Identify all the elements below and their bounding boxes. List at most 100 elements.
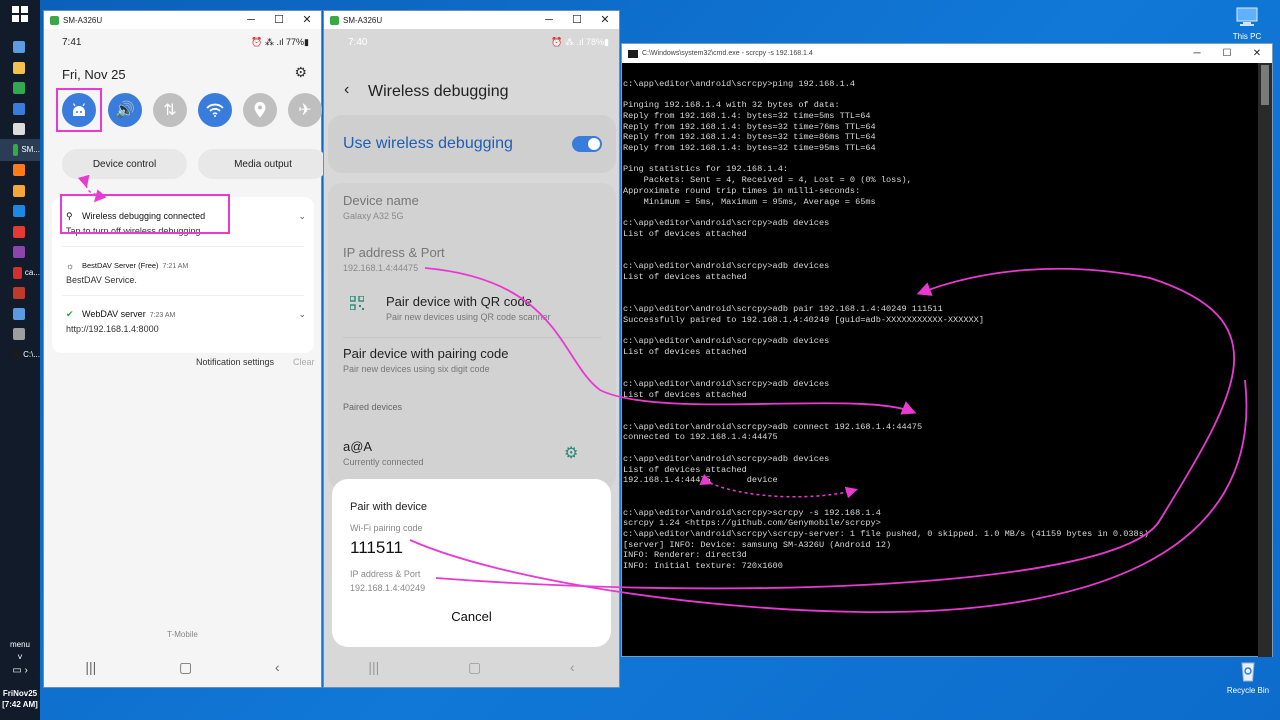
back-icon[interactable]: ‹ bbox=[570, 659, 575, 676]
taskbar-opera-icon[interactable] bbox=[0, 221, 40, 243]
location-tile-icon[interactable] bbox=[243, 93, 277, 127]
taskbar-app-icon[interactable] bbox=[0, 241, 40, 263]
settings-gear-icon[interactable]: ⚙ bbox=[294, 64, 307, 81]
minimize-button[interactable]: ─ bbox=[535, 11, 563, 29]
back-arrow-icon[interactable]: ‹ bbox=[344, 81, 349, 99]
app-icon bbox=[13, 328, 25, 340]
taskbar-app-label: ca... bbox=[24, 268, 40, 277]
close-button[interactable]: ✕ bbox=[591, 11, 619, 29]
taskbar-app-icon[interactable] bbox=[0, 323, 40, 345]
taskbar-app-icon[interactable] bbox=[0, 57, 40, 79]
device-settings-gear-icon[interactable]: ⚙ bbox=[564, 443, 578, 463]
device-name-label: Device name bbox=[343, 193, 419, 208]
recycle-bin-desktop-icon[interactable]: Recycle Bin bbox=[1220, 660, 1276, 695]
home-icon[interactable]: ▢ bbox=[179, 659, 192, 676]
minimize-button[interactable]: ─ bbox=[1182, 44, 1212, 62]
sound-tile-icon[interactable]: 🔊 bbox=[108, 93, 142, 127]
data-tile-icon[interactable]: ⇅ bbox=[153, 93, 187, 127]
back-icon[interactable]: ‹ bbox=[275, 659, 280, 676]
app-icon bbox=[13, 205, 25, 217]
expand-chevron-icon[interactable]: ⌄ bbox=[298, 309, 306, 320]
notification-title: BestDAV Server (Free) bbox=[82, 261, 159, 270]
pairing-code: 111511 bbox=[350, 538, 403, 557]
console-line: INFO: Initial texture: 720x1600 bbox=[623, 561, 783, 572]
highlight-box bbox=[56, 88, 102, 132]
phone-screen[interactable]: 7:40 ⏰ ⁂ .ıl 78%▮ ‹ Wireless debugging U… bbox=[324, 29, 619, 687]
scrcpy-window-notifications[interactable]: SM-A326U ─ ☐ ✕ 7:41 ⏰ ⁂ .ıl 77%▮ Fri, No… bbox=[43, 10, 328, 688]
console-line: connected to 192.168.1.4:44475 bbox=[623, 432, 778, 443]
status-icons: ⏰ ⁂ .ıl 78%▮ bbox=[551, 37, 609, 47]
cmd-app-icon bbox=[13, 348, 21, 361]
divider bbox=[343, 337, 601, 338]
wireless-debugging-switch[interactable] bbox=[572, 136, 602, 152]
notification-subtitle: http://192.168.1.4:8000 bbox=[66, 324, 159, 334]
desktop-icon-label: This PC bbox=[1232, 32, 1262, 41]
taskbar-app-icon[interactable] bbox=[0, 200, 40, 222]
taskbar-app-icon[interactable] bbox=[0, 77, 40, 99]
expand-chevron-icon[interactable]: ⌄ bbox=[298, 211, 306, 222]
taskbar-menu-label[interactable]: menu bbox=[0, 640, 40, 649]
taskbar-app-icon[interactable] bbox=[0, 98, 40, 120]
home-icon[interactable]: ▢ bbox=[468, 659, 481, 676]
taskbar-app-icon[interactable] bbox=[0, 180, 40, 202]
app-icon bbox=[13, 82, 25, 94]
taskbar-app-icon[interactable]: ca... bbox=[0, 262, 40, 284]
wireless-debugging-toggle-row[interactable]: Use wireless debugging bbox=[328, 115, 616, 173]
app-icon bbox=[13, 41, 25, 53]
toggle-label: Use wireless debugging bbox=[343, 135, 513, 152]
maximize-button[interactable]: ☐ bbox=[265, 11, 293, 29]
chevron-down-icon[interactable]: ˅ bbox=[0, 652, 40, 662]
recents-icon[interactable]: ||| bbox=[85, 659, 96, 676]
window-titlebar[interactable]: SM-A326U ─ ☐ ✕ bbox=[324, 11, 619, 29]
taskbar-scrcpy-app[interactable]: SM... bbox=[0, 138, 40, 161]
recents-icon[interactable]: ||| bbox=[368, 659, 379, 676]
taskbar-clock[interactable]: FriNov25 [7:42 AM] bbox=[0, 688, 40, 710]
phone-screen[interactable]: 7:41 ⏰ ⁂ .ıl 77%▮ Fri, Nov 25 ⚙ 🔊 ⇅ ✈ De… bbox=[44, 29, 328, 687]
device-control-button[interactable]: Device control bbox=[62, 149, 187, 179]
scrollbar[interactable] bbox=[1258, 63, 1272, 657]
airplane-tile-icon[interactable]: ✈ bbox=[288, 93, 322, 127]
notification-time: 7:23 AM bbox=[149, 312, 176, 319]
taskbar-app-icon[interactable] bbox=[0, 282, 40, 304]
qr-code-icon bbox=[350, 296, 364, 310]
console-line: Minimum = 5ms, Maximum = 95ms, Average =… bbox=[623, 196, 876, 207]
status-time: 7:40 bbox=[348, 37, 368, 48]
console-output[interactable]: c:\app\editor\android\scrcpy>ping 192.16… bbox=[622, 63, 1272, 657]
console-line: c:\app\editor\android\scrcpy>adb devices bbox=[623, 336, 830, 346]
taskbar-app-icon[interactable] bbox=[0, 36, 40, 58]
console-line: Reply from 192.168.1.4: bytes=32 time=95… bbox=[623, 143, 876, 154]
window-titlebar[interactable]: C:\Windows\system32\cmd.exe - scrcpy -s … bbox=[622, 44, 1272, 63]
cmd-window[interactable]: C:\Windows\system32\cmd.exe - scrcpy -s … bbox=[621, 43, 1273, 657]
media-output-button[interactable]: Media output bbox=[198, 149, 328, 179]
scrcpy-window-wireless-debugging[interactable]: SM-A326U ─ ☐ ✕ 7:40 ⏰ ⁂ .ıl 78%▮ ‹ Wirel… bbox=[323, 10, 620, 688]
close-button[interactable]: ✕ bbox=[1242, 44, 1272, 62]
taskbar-cmd-app[interactable]: C:\... bbox=[0, 344, 40, 366]
windows-start-icon[interactable] bbox=[12, 6, 28, 22]
taskbar-app-icon[interactable] bbox=[0, 303, 40, 325]
clear-button[interactable]: Clear bbox=[293, 357, 315, 367]
computer-icon bbox=[1236, 7, 1258, 26]
paired-devices-header: Paired devices bbox=[343, 402, 403, 412]
console-line: Successfully paired to 192.168.1.4:40249… bbox=[623, 314, 984, 325]
scrcpy-app-icon bbox=[50, 15, 59, 25]
desktop-icon-label: Recycle Bin bbox=[1226, 686, 1270, 695]
cancel-button[interactable]: Cancel bbox=[332, 609, 611, 624]
minimize-button[interactable]: ─ bbox=[237, 11, 265, 29]
scrollbar-thumb[interactable] bbox=[1261, 65, 1269, 105]
wifi-tile-icon[interactable] bbox=[198, 93, 232, 127]
monitor-icon[interactable]: ▭ › bbox=[0, 665, 40, 676]
scrcpy-app-icon bbox=[330, 15, 339, 25]
device-name-value: Galaxy A32 5G bbox=[343, 211, 404, 221]
maximize-button[interactable]: ☐ bbox=[563, 11, 591, 29]
webdav-icon: ✔ bbox=[66, 309, 74, 319]
page-title: Wireless debugging bbox=[368, 83, 509, 100]
maximize-button[interactable]: ☐ bbox=[1212, 44, 1242, 62]
taskbar-firefox-icon[interactable] bbox=[0, 159, 40, 181]
notification-settings-button[interactable]: Notification settings bbox=[196, 357, 274, 367]
this-pc-desktop-icon[interactable]: This PC bbox=[1219, 6, 1275, 41]
opera-icon bbox=[13, 225, 25, 238]
pair-code-title: Pair device with pairing code bbox=[343, 346, 509, 361]
window-titlebar[interactable]: SM-A326U ─ ☐ ✕ bbox=[44, 11, 321, 29]
close-button[interactable]: ✕ bbox=[293, 11, 321, 29]
taskbar-app-icon[interactable] bbox=[0, 118, 40, 140]
